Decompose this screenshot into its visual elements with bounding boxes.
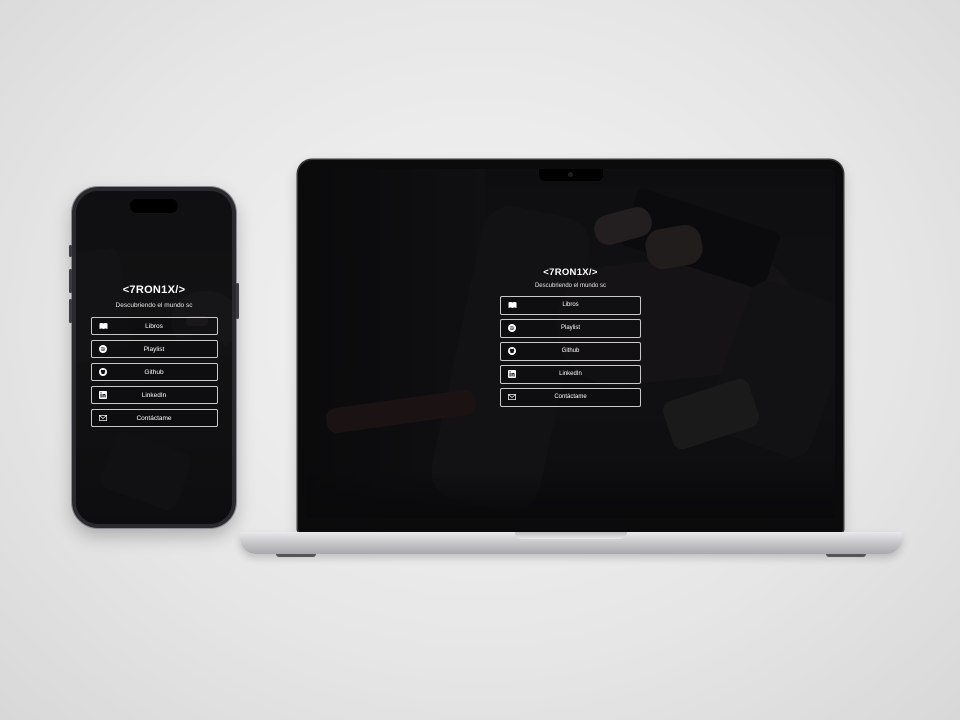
site-title: <7RON1X/> [122, 284, 186, 296]
link-label: LinkedIn [559, 371, 582, 378]
laptop-opening-groove [515, 532, 627, 539]
link-linkedin-button[interactable]: LinkedIn [500, 365, 641, 384]
link-linkedin-button[interactable]: LinkedIn [90, 386, 218, 404]
laptop-mockup: <7RON1X/> Descubriendo el mundo sc Libro… [298, 160, 843, 533]
link-contactame-button[interactable]: Contáctame [90, 409, 218, 427]
profile-card: <7RON1X/> Descubriendo el mundo sc Libro… [76, 284, 232, 427]
laptop-foot-left [276, 554, 316, 557]
link-list: Libros Playlist Github LinkedIn Contácta… [76, 317, 232, 427]
phone-volume-down-button [69, 299, 72, 323]
github-icon [98, 368, 107, 376]
mail-icon [508, 394, 516, 401]
profile-card: <7RON1X/> Descubriendo el mundo sc Libro… [306, 267, 835, 407]
link-label: Playlist [143, 345, 165, 353]
link-label: Github [144, 368, 164, 376]
link-label: Libros [145, 322, 163, 330]
camera-notch [538, 169, 603, 181]
link-label: Github [561, 348, 580, 355]
spotify-icon [508, 324, 516, 333]
linkedin-icon [508, 370, 516, 379]
laptop-base [240, 532, 902, 557]
camera-icon [567, 172, 573, 177]
book-icon [508, 302, 517, 309]
site-subtitle: Descubriendo el mundo sc [534, 283, 607, 289]
site-title: <7RON1X/> [543, 267, 598, 278]
github-icon [508, 347, 516, 356]
link-label: Contáctame [136, 414, 172, 422]
phone-action-button [69, 245, 72, 257]
spotify-icon [98, 345, 107, 353]
link-playlist-button[interactable]: Playlist [90, 340, 218, 358]
link-list: Libros Playlist Github LinkedIn Contácta… [306, 296, 835, 407]
link-label: LinkedIn [141, 391, 167, 399]
link-label: Libros [562, 302, 579, 309]
link-libros-button[interactable]: Libros [90, 317, 218, 335]
mail-icon [98, 415, 107, 421]
link-contactame-button[interactable]: Contáctame [500, 388, 641, 407]
laptop-screen: <7RON1X/> Descubriendo el mundo sc Libro… [306, 169, 835, 518]
site-subtitle: Descubriendo el mundo sc [115, 302, 193, 309]
linkedin-icon [98, 391, 107, 399]
link-label: Contáctame [554, 394, 587, 401]
link-github-button[interactable]: Github [500, 342, 641, 361]
book-icon [99, 323, 108, 330]
phone-volume-up-button [69, 269, 72, 293]
link-github-button[interactable]: Github [90, 363, 218, 381]
phone-power-button [236, 283, 239, 319]
phone-mockup: <7RON1X/> Descubriendo el mundo sc Libro… [69, 187, 239, 528]
laptop-foot-right [826, 554, 866, 557]
link-label: Playlist [560, 325, 580, 332]
link-playlist-button[interactable]: Playlist [500, 319, 641, 338]
phone-screen: <7RON1X/> Descubriendo el mundo sc Libro… [76, 191, 232, 524]
dynamic-island [130, 199, 178, 213]
link-libros-button[interactable]: Libros [500, 296, 641, 315]
